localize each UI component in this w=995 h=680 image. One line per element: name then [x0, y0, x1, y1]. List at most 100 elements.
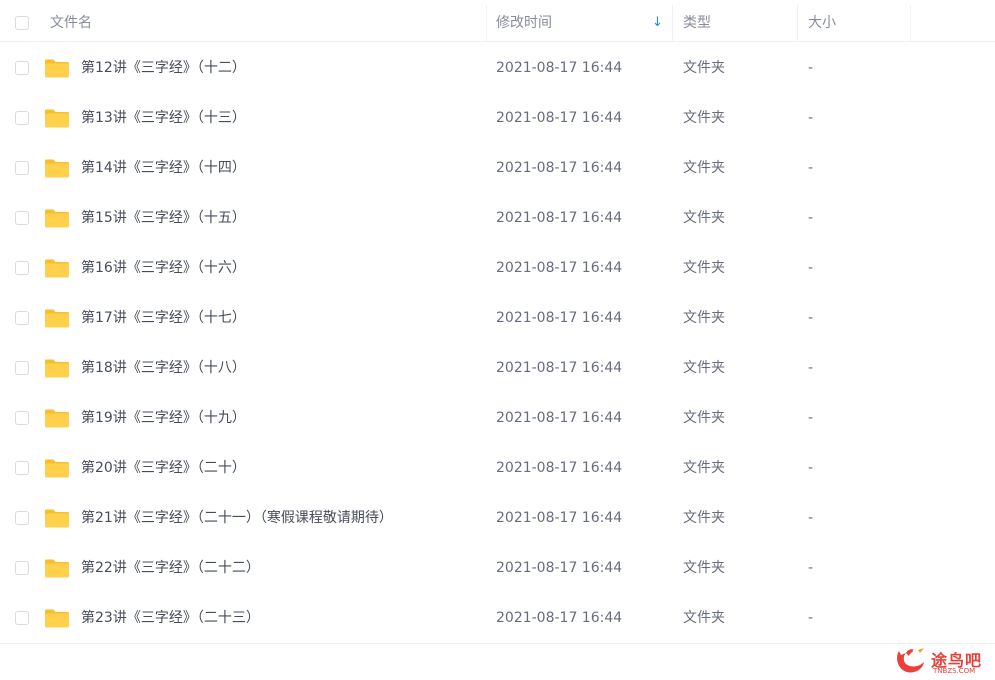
file-size: -	[808, 110, 814, 126]
file-size: -	[808, 510, 814, 526]
file-name[interactable]: 第15讲《三字经》（十五）	[81, 193, 246, 243]
file-type: 文件夹	[683, 360, 725, 376]
watermark-logo: 途鸟吧 TNBZS.COM	[893, 643, 989, 677]
file-name[interactable]: 第16讲《三字经》（十六）	[81, 243, 246, 293]
file-size: -	[808, 460, 814, 476]
file-modified-time: 2021-08-17 16:44	[496, 310, 623, 326]
column-header-modified-time[interactable]: 修改时间	[496, 5, 552, 41]
file-modified-time: 2021-08-17 16:44	[496, 410, 623, 426]
file-row[interactable]: 第12讲《三字经》（十二） 2021-08-17 16:44 文件夹 -	[0, 43, 995, 93]
table-header: 文件名 修改时间 ↓ 类型 大小	[0, 5, 995, 42]
file-row[interactable]: 第20讲《三字经》（二十） 2021-08-17 16:44 文件夹 -	[0, 443, 995, 493]
file-type: 文件夹	[683, 410, 725, 426]
file-name[interactable]: 第21讲《三字经》（二十一）（寒假课程敬请期待）	[81, 493, 393, 543]
column-header-name[interactable]: 文件名	[50, 5, 92, 41]
row-checkbox[interactable]	[15, 611, 29, 625]
file-row[interactable]: 第23讲《三字经》（二十三） 2021-08-17 16:44 文件夹 -	[0, 593, 995, 643]
file-size: -	[808, 210, 814, 226]
column-divider	[797, 5, 798, 41]
folder-icon	[45, 509, 69, 528]
file-type: 文件夹	[683, 460, 725, 476]
file-modified-time: 2021-08-17 16:44	[496, 260, 623, 276]
file-type: 文件夹	[683, 560, 725, 576]
file-name[interactable]: 第19讲《三字经》（十九）	[81, 393, 246, 443]
file-size: -	[808, 60, 814, 76]
file-list: 第12讲《三字经》（十二） 2021-08-17 16:44 文件夹 - 第13讲《三字…	[0, 43, 995, 643]
file-type: 文件夹	[683, 610, 725, 626]
folder-icon	[45, 209, 69, 228]
file-size: -	[808, 360, 814, 376]
folder-icon	[45, 59, 69, 78]
bird-logo-icon	[897, 648, 924, 673]
column-header-size[interactable]: 大小	[808, 5, 836, 41]
file-type: 文件夹	[683, 60, 725, 76]
row-checkbox[interactable]	[15, 61, 29, 75]
row-checkbox[interactable]	[15, 161, 29, 175]
file-list-page: 文件名 修改时间 ↓ 类型 大小 第12讲《三字经》（十二） 2021-08-17…	[0, 0, 995, 680]
file-size: -	[808, 560, 814, 576]
file-row[interactable]: 第14讲《三字经》（十四） 2021-08-17 16:44 文件夹 -	[0, 143, 995, 193]
file-name[interactable]: 第22讲《三字经》（二十二）	[81, 543, 260, 593]
select-all-checkbox[interactable]	[15, 16, 29, 30]
row-checkbox[interactable]	[15, 461, 29, 475]
folder-icon	[45, 409, 69, 428]
folder-icon	[45, 159, 69, 178]
file-modified-time: 2021-08-17 16:44	[496, 210, 623, 226]
file-row[interactable]: 第21讲《三字经》（二十一）（寒假课程敬请期待） 2021-08-17 16:44…	[0, 493, 995, 543]
sort-down-arrow-icon[interactable]: ↓	[652, 5, 663, 41]
row-checkbox[interactable]	[15, 411, 29, 425]
file-row[interactable]: 第18讲《三字经》（十八） 2021-08-17 16:44 文件夹 -	[0, 343, 995, 393]
file-name[interactable]: 第18讲《三字经》（十八）	[81, 343, 246, 393]
folder-icon	[45, 559, 69, 578]
row-checkbox[interactable]	[15, 511, 29, 525]
file-size: -	[808, 160, 814, 176]
row-checkbox[interactable]	[15, 211, 29, 225]
file-modified-time: 2021-08-17 16:44	[496, 510, 623, 526]
column-header-type[interactable]: 类型	[683, 5, 711, 41]
file-modified-time: 2021-08-17 16:44	[496, 60, 623, 76]
file-type: 文件夹	[683, 160, 725, 176]
file-size: -	[808, 610, 814, 626]
file-name[interactable]: 第12讲《三字经》（十二）	[81, 43, 246, 93]
folder-icon	[45, 459, 69, 478]
file-type: 文件夹	[683, 110, 725, 126]
file-modified-time: 2021-08-17 16:44	[496, 110, 623, 126]
column-divider	[672, 5, 673, 41]
file-modified-time: 2021-08-17 16:44	[496, 610, 623, 626]
file-type: 文件夹	[683, 310, 725, 326]
file-modified-time: 2021-08-17 16:44	[496, 460, 623, 476]
watermark-subtext: TNBZS.COM	[933, 667, 976, 675]
row-checkbox[interactable]	[15, 561, 29, 575]
file-row[interactable]: 第17讲《三字经》（十七） 2021-08-17 16:44 文件夹 -	[0, 293, 995, 343]
folder-icon	[45, 609, 69, 628]
file-row[interactable]: 第16讲《三字经》（十六） 2021-08-17 16:44 文件夹 -	[0, 243, 995, 293]
file-type: 文件夹	[683, 260, 725, 276]
file-type: 文件夹	[683, 210, 725, 226]
file-modified-time: 2021-08-17 16:44	[496, 360, 623, 376]
row-checkbox[interactable]	[15, 261, 29, 275]
file-size: -	[808, 260, 814, 276]
file-name[interactable]: 第23讲《三字经》（二十三）	[81, 593, 260, 643]
column-divider	[910, 5, 911, 41]
file-name[interactable]: 第14讲《三字经》（十四）	[81, 143, 246, 193]
folder-icon	[45, 109, 69, 128]
file-name[interactable]: 第20讲《三字经》（二十）	[81, 443, 246, 493]
folder-icon	[45, 359, 69, 378]
folder-icon	[45, 309, 69, 328]
list-bottom-divider	[0, 643, 995, 644]
file-row[interactable]: 第13讲《三字经》（十三） 2021-08-17 16:44 文件夹 -	[0, 93, 995, 143]
row-checkbox[interactable]	[15, 111, 29, 125]
folder-icon	[45, 259, 69, 278]
file-size: -	[808, 410, 814, 426]
row-checkbox[interactable]	[15, 311, 29, 325]
file-name[interactable]: 第13讲《三字经》（十三）	[81, 93, 246, 143]
file-row[interactable]: 第15讲《三字经》（十五） 2021-08-17 16:44 文件夹 -	[0, 193, 995, 243]
file-name[interactable]: 第17讲《三字经》（十七）	[81, 293, 246, 343]
file-modified-time: 2021-08-17 16:44	[496, 160, 623, 176]
file-row[interactable]: 第19讲《三字经》（十九） 2021-08-17 16:44 文件夹 -	[0, 393, 995, 443]
column-divider	[486, 5, 487, 41]
row-checkbox[interactable]	[15, 361, 29, 375]
file-size: -	[808, 310, 814, 326]
file-row[interactable]: 第22讲《三字经》（二十二） 2021-08-17 16:44 文件夹 -	[0, 543, 995, 593]
file-type: 文件夹	[683, 510, 725, 526]
